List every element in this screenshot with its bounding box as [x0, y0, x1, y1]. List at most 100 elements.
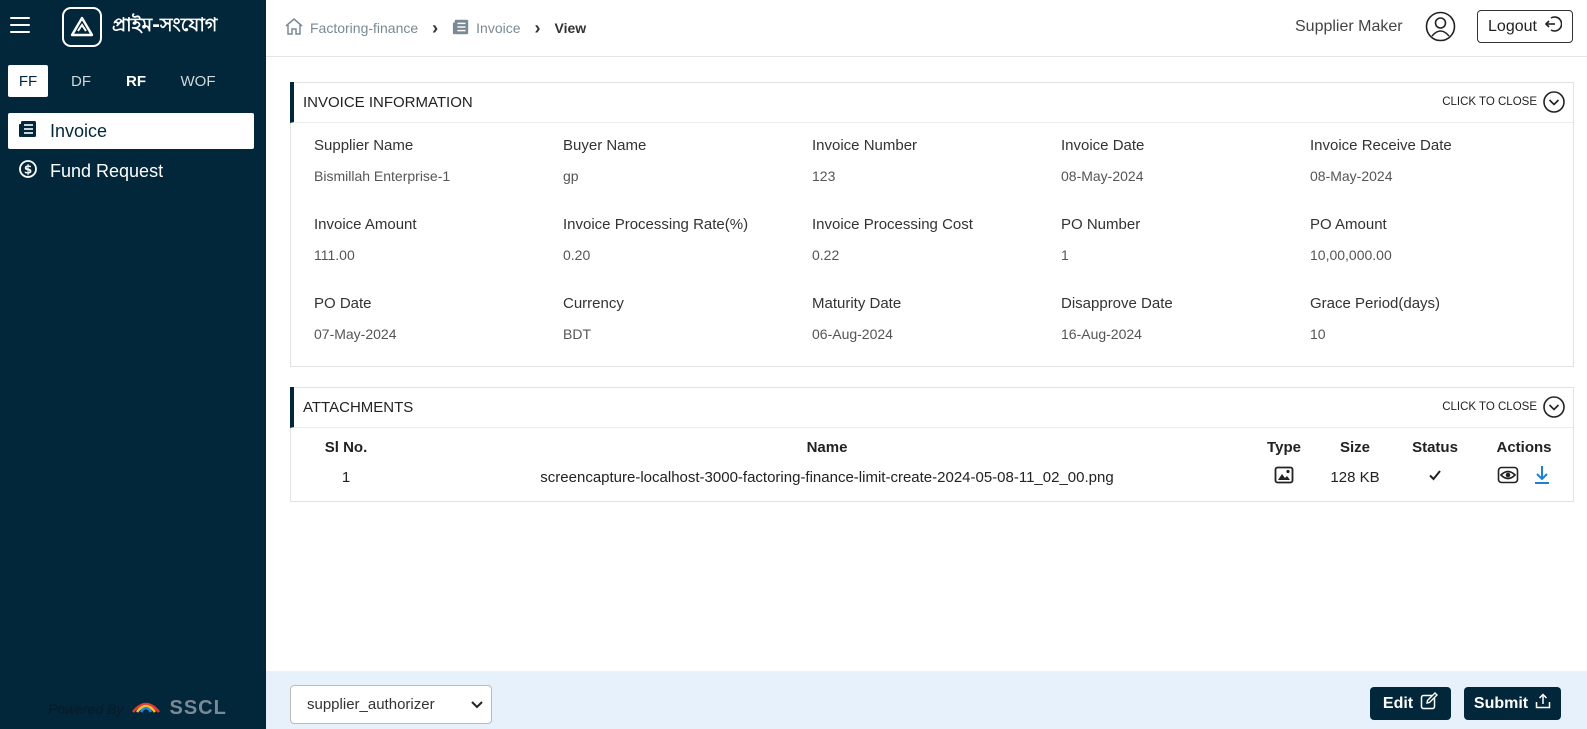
- sidebar-item-label: Invoice: [50, 120, 108, 141]
- field-value: BDT: [563, 326, 591, 342]
- sidebar-item-fund-request[interactable]: $ Fund Request: [8, 153, 254, 189]
- user-avatar-icon[interactable]: [1425, 11, 1456, 42]
- cell-sl: 1: [341, 468, 351, 486]
- dollar-coin-icon: $: [18, 159, 38, 184]
- breadcrumb-view: View: [554, 20, 587, 36]
- edit-label: Edit: [1382, 694, 1414, 712]
- field-value: 111.00: [314, 247, 355, 263]
- collapse-attachments-button[interactable]: CLICK TO CLOSE: [1442, 396, 1565, 418]
- card-title: INVOICE INFORMATION: [303, 93, 473, 111]
- brand-name: প্রাইম-সংযোগ: [112, 14, 218, 36]
- breadcrumb: Factoring-finance › Invoice › View: [284, 17, 586, 39]
- attachments-table: Sl No. Name Type Size Status Actions 1 s…: [291, 436, 1573, 496]
- attachments-header: ATTACHMENTS CLICK TO CLOSE: [290, 387, 1573, 428]
- field-currency: Currency BDT: [563, 295, 812, 374]
- field-value: Bismillah Enterprise-1: [314, 168, 451, 184]
- cell-size: 128 KB: [1330, 468, 1380, 486]
- field-value: 07-May-2024: [314, 326, 397, 342]
- image-file-icon: [1274, 466, 1294, 488]
- cell-file-name: screencapture-localhost-3000-factoring-f…: [540, 468, 1114, 486]
- column-header-size: Size: [1339, 438, 1370, 456]
- field-invoice-receive-date: Invoice Receive Date 08-May-2024: [1310, 137, 1559, 216]
- field-label: Invoice Amount: [314, 216, 417, 233]
- field-invoice-number: Invoice Number 123: [812, 137, 1061, 216]
- powered-by: Powered By SSCL: [48, 696, 227, 721]
- column-header-sl: Sl No.: [324, 438, 368, 456]
- tab-rf[interactable]: RF: [114, 65, 158, 97]
- collapse-label: CLICK TO CLOSE: [1442, 96, 1537, 108]
- column-header-status: Status: [1412, 438, 1458, 456]
- invoice-information-card: INVOICE INFORMATION CLICK TO CLOSE Suppl…: [290, 82, 1574, 367]
- product-tabs: FF DF RF WOF: [8, 65, 238, 97]
- sidebar-item-invoice[interactable]: Invoice: [8, 113, 254, 149]
- field-po-amount: PO Amount 10,00,000.00: [1310, 216, 1559, 295]
- chevron-down-circle-icon: [1543, 91, 1565, 113]
- field-label: Buyer Name: [563, 137, 647, 154]
- field-supplier-name: Supplier Name Bismillah Enterprise-1: [314, 137, 563, 216]
- collapse-label: CLICK TO CLOSE: [1442, 401, 1537, 413]
- field-label: Invoice Processing Cost: [812, 216, 973, 233]
- field-label: Invoice Processing Rate(%): [563, 216, 749, 233]
- breadcrumb-label: Factoring-finance: [310, 20, 419, 36]
- field-value: gp: [563, 168, 579, 184]
- action-bar: supplier_authorizer Edit Submit: [266, 671, 1587, 729]
- column-header-actions: Actions: [1496, 438, 1552, 456]
- hamburger-menu-icon[interactable]: [10, 17, 30, 33]
- field-label: Invoice Date: [1061, 137, 1145, 154]
- field-value: 08-May-2024: [1310, 168, 1393, 184]
- svg-text:$: $: [24, 162, 32, 176]
- field-label: Maturity Date: [812, 295, 902, 312]
- sscl-logo-text: SSCL: [169, 697, 227, 719]
- breadcrumb-label: Invoice: [476, 20, 521, 36]
- field-label: PO Number: [1061, 216, 1141, 233]
- field-value: 06-Aug-2024: [812, 326, 893, 342]
- chevron-down-circle-icon: [1543, 396, 1565, 418]
- edit-pencil-icon: [1420, 692, 1439, 715]
- edit-button[interactable]: Edit: [1370, 687, 1451, 720]
- home-icon: [284, 17, 304, 39]
- attachments-card: ATTACHMENTS CLICK TO CLOSE Sl No. Name T…: [290, 387, 1574, 502]
- collapse-invoice-information-button[interactable]: CLICK TO CLOSE: [1442, 91, 1565, 113]
- field-disapprove-date: Disapprove Date 16-Aug-2024: [1061, 295, 1310, 374]
- field-maturity-date: Maturity Date 06-Aug-2024: [812, 295, 1061, 374]
- field-label: Grace Period(days): [1310, 295, 1441, 312]
- field-label: Supplier Name: [314, 137, 414, 154]
- tab-wof[interactable]: WOF: [158, 65, 238, 97]
- chevron-down-icon: [471, 696, 483, 713]
- cell-status: [1395, 458, 1475, 496]
- table-header-row: Sl No. Name Type Size Status Actions: [291, 436, 1573, 458]
- field-invoice-amount: Invoice Amount 111.00: [314, 216, 563, 295]
- field-label: PO Date: [314, 295, 372, 312]
- download-icon[interactable]: [1533, 465, 1551, 489]
- tab-ff[interactable]: FF: [8, 65, 48, 97]
- field-invoice-processing-rate: Invoice Processing Rate(%) 0.20: [563, 216, 812, 295]
- tab-df[interactable]: DF: [48, 65, 114, 97]
- field-value: 1: [1061, 247, 1069, 263]
- field-value: 0.22: [812, 247, 840, 263]
- upload-icon: [1535, 693, 1551, 714]
- check-icon: [1428, 469, 1442, 486]
- field-value: 08-May-2024: [1061, 168, 1144, 184]
- field-grace-period: Grace Period(days) 10: [1310, 295, 1559, 374]
- user-name: Supplier Maker: [1295, 18, 1403, 35]
- field-po-number: PO Number 1: [1061, 216, 1310, 295]
- logout-button[interactable]: Logout: [1477, 10, 1573, 43]
- next-approver-select[interactable]: supplier_authorizer: [290, 685, 492, 724]
- submit-button[interactable]: Submit: [1464, 687, 1561, 720]
- breadcrumb-factoring-finance[interactable]: Factoring-finance: [284, 17, 418, 39]
- brand[interactable]: প্রাইম-সংযোগ: [62, 7, 217, 47]
- powered-by-text: Powered By: [48, 700, 124, 717]
- field-label: Disapprove Date: [1061, 295, 1173, 312]
- invoice-info-grid: Supplier Name Bismillah Enterprise-1 Buye…: [291, 123, 1573, 374]
- view-eye-icon[interactable]: [1497, 466, 1519, 488]
- select-value: supplier_authorizer: [307, 696, 435, 713]
- submit-label: Submit: [1473, 694, 1529, 712]
- invoice-icon: [452, 18, 470, 39]
- breadcrumb-invoice[interactable]: Invoice: [452, 18, 521, 39]
- field-label: Invoice Receive Date: [1310, 137, 1452, 154]
- card-title: ATTACHMENTS: [303, 398, 414, 416]
- field-po-date: PO Date 07-May-2024: [314, 295, 563, 374]
- table-row: 1 screencapture-localhost-3000-factoring…: [291, 458, 1573, 496]
- field-buyer-name: Buyer Name gp: [563, 137, 812, 216]
- sscl-logo-icon: [131, 696, 161, 721]
